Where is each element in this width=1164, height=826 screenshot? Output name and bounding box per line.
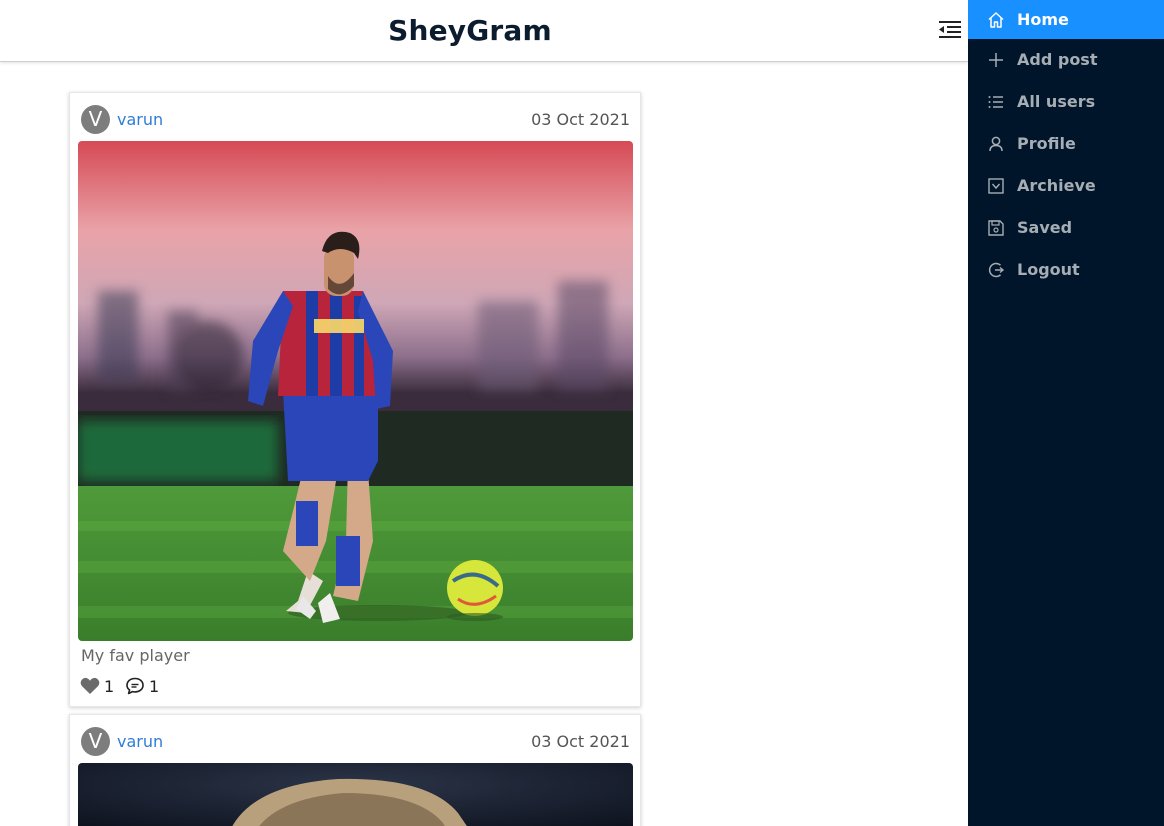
like-button[interactable]: 1 <box>80 675 114 697</box>
post-card: V varun 03 Oct 2021 <box>69 92 641 707</box>
list-icon <box>986 92 1006 112</box>
home-icon <box>986 10 1006 30</box>
top-header: SheyGram <box>0 0 968 62</box>
heart-icon <box>80 677 100 695</box>
check-square-icon <box>986 176 1006 196</box>
sidebar-item-home[interactable]: Home <box>968 0 1164 39</box>
post-card: V varun 03 Oct 2021 <box>69 714 641 826</box>
post-date: 03 Oct 2021 <box>531 732 630 751</box>
sidebar-item-archieve[interactable]: Archieve <box>968 166 1164 205</box>
post-header: V varun 03 Oct 2021 <box>81 726 630 756</box>
save-icon <box>986 218 1006 238</box>
post-username[interactable]: varun <box>117 732 163 751</box>
sidebar-item-saved[interactable]: Saved <box>968 208 1164 247</box>
sidebar-item-profile[interactable]: Profile <box>968 124 1164 163</box>
sidebar-item-label: All users <box>1017 92 1096 111</box>
comment-count: 1 <box>149 676 160 696</box>
post-username[interactable]: varun <box>117 110 163 129</box>
sidebar: Home Add post All users Profile Archieve <box>968 0 1164 826</box>
post-image[interactable] <box>78 763 633 826</box>
sidebar-item-add-post[interactable]: Add post <box>968 40 1164 79</box>
sidebar-item-label: Logout <box>1017 260 1080 279</box>
comment-icon <box>125 676 145 696</box>
comment-button[interactable]: 1 <box>125 675 159 697</box>
post-date: 03 Oct 2021 <box>531 110 630 129</box>
avatar[interactable]: V <box>81 105 110 134</box>
sidebar-item-logout[interactable]: Logout <box>968 250 1164 289</box>
sidebar-item-label: Home <box>1017 10 1069 29</box>
post-image[interactable] <box>78 141 633 641</box>
plus-icon <box>986 50 1006 70</box>
logout-icon <box>986 260 1006 280</box>
sidebar-item-label: Archieve <box>1017 176 1096 195</box>
post-header: V varun 03 Oct 2021 <box>81 104 630 134</box>
user-icon <box>986 134 1006 154</box>
post-caption: My fav player <box>81 646 190 665</box>
sidebar-item-all-users[interactable]: All users <box>968 82 1164 121</box>
avatar[interactable]: V <box>81 727 110 756</box>
like-count: 1 <box>104 676 115 696</box>
sidebar-item-label: Saved <box>1017 218 1073 237</box>
menu-collapse-icon[interactable] <box>936 16 964 44</box>
sidebar-item-label: Add post <box>1017 50 1098 69</box>
brand-title: SheyGram <box>388 14 552 47</box>
sidebar-item-label: Profile <box>1017 134 1076 153</box>
